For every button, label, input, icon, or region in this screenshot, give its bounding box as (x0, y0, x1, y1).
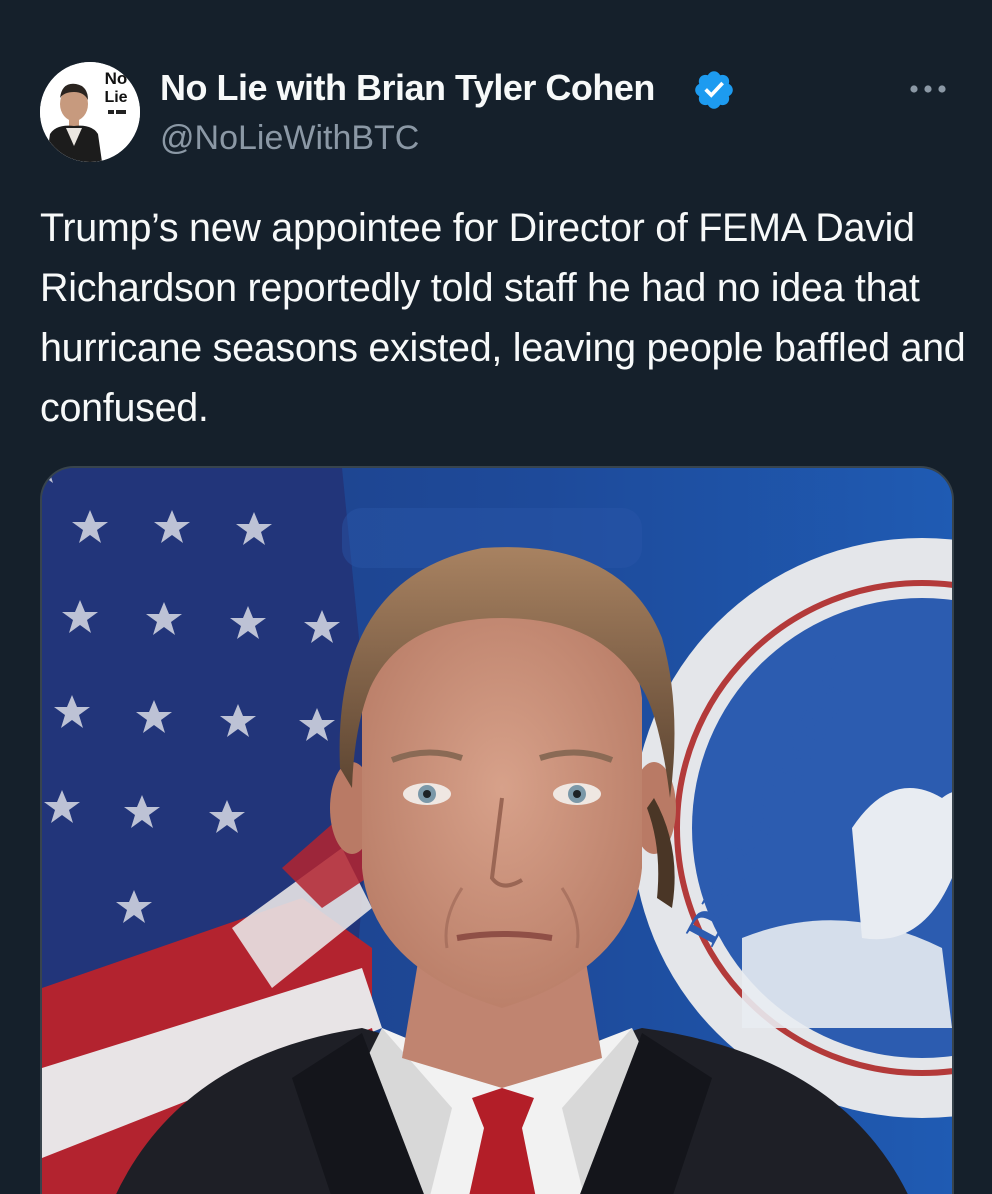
avatar-logo-line1: No (105, 69, 128, 88)
tweet-photo[interactable]: DEPARTMENT (40, 466, 954, 1194)
more-horizontal-icon (910, 85, 946, 93)
avatar-logo-line2: Lie (104, 89, 127, 106)
tweet-text: Trump’s new appointee for Director of FE… (40, 206, 966, 430)
author-avatar[interactable]: No Lie (40, 62, 140, 162)
author-handle[interactable]: @NoLieWithBTC (160, 117, 419, 159)
more-options-button[interactable] (900, 70, 956, 110)
avatar-photo: No Lie (40, 62, 140, 162)
verified-badge-icon (692, 68, 736, 112)
author-display-name[interactable]: No Lie with Brian Tyler Cohen (160, 66, 655, 110)
official-portrait-image: DEPARTMENT (42, 468, 952, 1194)
